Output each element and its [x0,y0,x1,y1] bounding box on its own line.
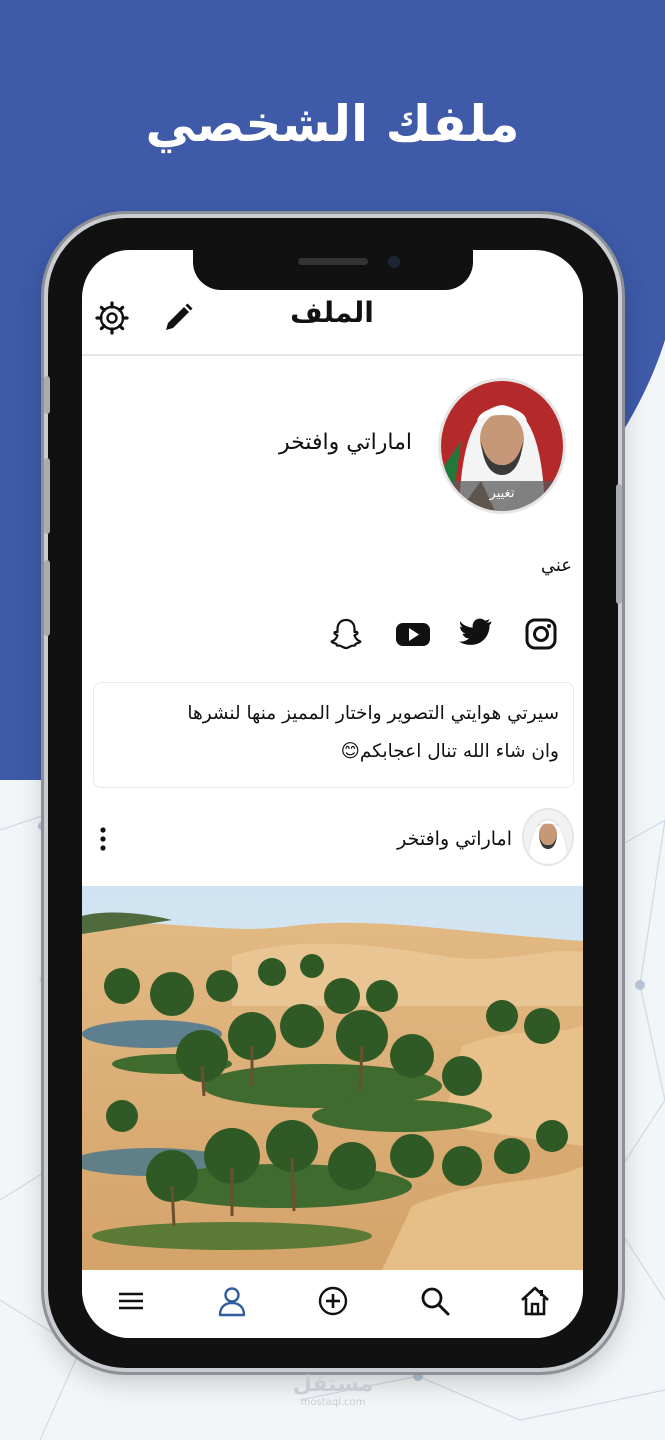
app-header: الملف [82,290,583,356]
search-icon[interactable] [418,1284,452,1318]
bio-line-1: سيرتي هوايتي التصوير واختار المميز منها … [187,703,559,724]
pencil-icon[interactable] [160,300,196,336]
post-author-avatar[interactable] [522,808,574,866]
youtube-icon[interactable] [394,616,432,652]
add-circle-icon[interactable] [316,1284,350,1318]
twitter-icon[interactable] [458,616,494,652]
profile-icon[interactable] [215,1284,249,1318]
phone-volume-down [44,560,50,636]
snapchat-icon[interactable] [328,616,364,652]
gear-icon[interactable] [94,300,130,336]
app-screen: الملف تغيير اماراتي وافتخر عني سيرتي هوا… [82,250,583,1338]
menu-icon[interactable] [114,1284,148,1318]
post-image[interactable] [82,886,583,1270]
phone-power-button [616,484,622,604]
phone-speaker [298,258,368,265]
profile-name: اماراتي وافتخر [278,430,412,455]
bio-line-2: وان شاء الله تنال اعجابكم😊 [340,741,559,762]
app-title: الملف [290,296,374,329]
phone-notch [193,250,473,290]
post-author-name[interactable]: اماراتي وافتخر [312,828,512,850]
instagram-icon[interactable] [523,616,559,652]
phone-volume-up [44,458,50,534]
home-icon[interactable] [518,1284,552,1318]
post-author-photo [524,810,572,864]
profile-avatar[interactable]: تغيير [438,378,566,514]
watermark-sub: mostaql.com [300,1397,366,1408]
bio-box: سيرتي هوايتي التصوير واختار المميز منها … [93,682,574,788]
phone-camera [388,256,400,268]
more-vertical-icon[interactable] [98,826,108,852]
page-banner-title: ملفك الشخصي [145,95,520,153]
phone-mute-switch [44,376,50,414]
bottom-navigation [82,1270,583,1338]
watermark-main: مستقل [292,1372,374,1397]
about-label: عني [540,555,572,576]
change-photo-label[interactable]: تغيير [441,481,563,511]
watermark: مستقل mostaql.com [290,1372,376,1408]
